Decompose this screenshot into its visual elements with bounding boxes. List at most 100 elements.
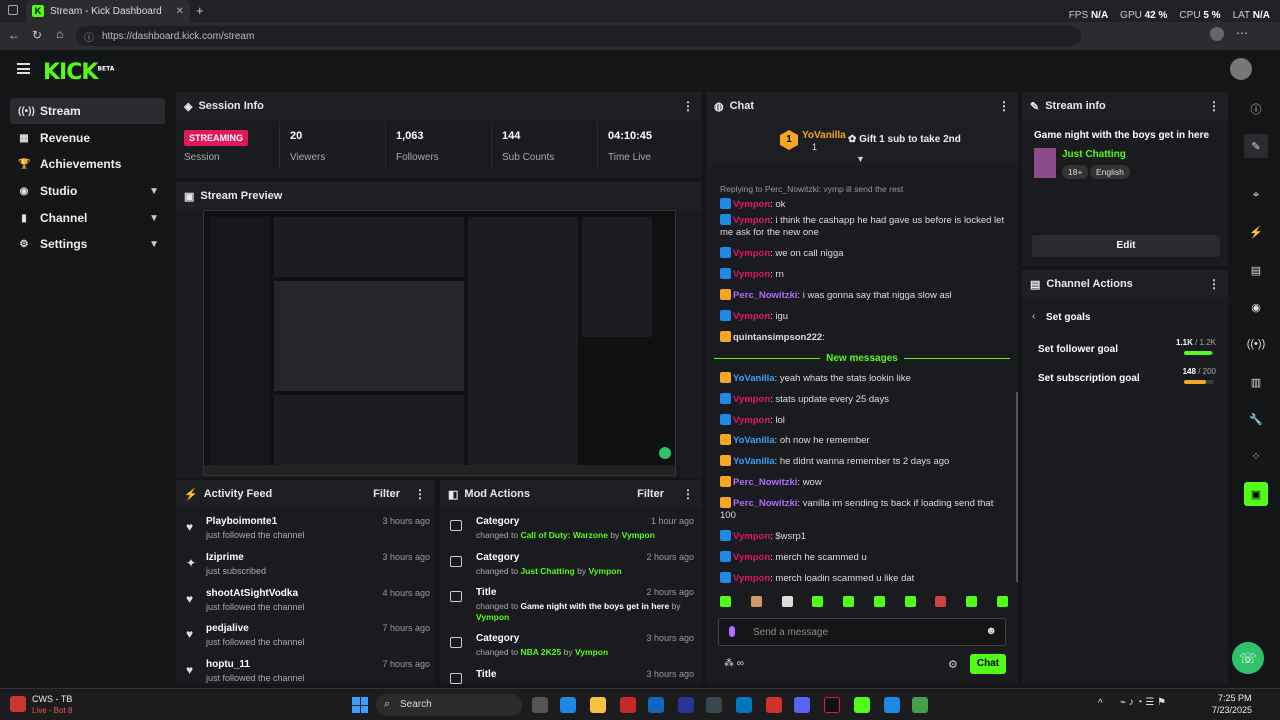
reload-icon[interactable]: ↻ xyxy=(32,28,42,42)
emote-icon[interactable] xyxy=(843,596,855,607)
chat-message[interactable]: Vympon: lol xyxy=(720,414,1010,427)
chat-message[interactable]: YoVanilla: he didnt wanna remember ts 2 … xyxy=(720,455,1010,468)
kick-app-icon[interactable] xyxy=(854,697,870,713)
emote-icon[interactable] xyxy=(750,596,762,607)
windows-start-icon[interactable] xyxy=(352,697,368,713)
stream-video[interactable] xyxy=(203,210,676,476)
list-item[interactable]: Category changed to Call of Duty: Warzone… xyxy=(448,516,694,552)
gift-sub-prompt[interactable]: ✿ Gift 1 sub to take 2nd xyxy=(848,134,961,145)
tag-chip[interactable]: English xyxy=(1090,165,1130,179)
category-link[interactable]: Just Chatting xyxy=(1062,149,1126,160)
task-view-icon[interactable] xyxy=(532,697,548,713)
bolt-icon[interactable]: ⚡ xyxy=(1244,220,1268,244)
chat-message[interactable]: Vympon: igu xyxy=(720,310,1010,323)
list-item[interactable]: ♥ Playboimonte1 just followed the channel 3… xyxy=(184,516,430,552)
folder-icon[interactable] xyxy=(590,697,606,713)
app-green-icon[interactable]: ▣ xyxy=(1244,482,1268,506)
send-chat-button[interactable]: Chat xyxy=(970,654,1006,674)
more-options-icon[interactable]: ⋮ xyxy=(682,487,694,501)
chat-message[interactable]: Vympon: stats update every 25 days xyxy=(720,393,1010,406)
emote-icon[interactable] xyxy=(996,596,1008,607)
nvidia-icon[interactable] xyxy=(912,697,928,713)
tag-chip[interactable]: 18+ xyxy=(1062,165,1089,179)
chat-message[interactable]: quintansimpson222: xyxy=(720,331,1010,344)
new-tab-icon[interactable]: + xyxy=(196,3,204,18)
list-item[interactable]: ✦ Iziprime just subscribed 3 hours ago xyxy=(184,552,430,588)
chat-username[interactable]: YoVanilla xyxy=(733,435,775,446)
emote-icon[interactable] xyxy=(720,596,731,607)
chat-username[interactable]: Vympon xyxy=(733,394,770,405)
app-icon[interactable] xyxy=(678,697,694,713)
chat-input[interactable]: Send a message ☻ xyxy=(718,618,1006,646)
browser-menu-icon[interactable]: ⋯ xyxy=(1236,26,1248,40)
emote-icon[interactable] xyxy=(904,596,916,607)
chat-username[interactable]: Vympon xyxy=(733,573,770,584)
edge-icon[interactable] xyxy=(560,697,576,713)
back-icon[interactable]: ← xyxy=(8,28,20,42)
sidebar-item-studio[interactable]: ◉ Studio ▼ xyxy=(10,178,165,204)
emote-icon[interactable] xyxy=(812,596,824,607)
list-item[interactable]: ♥ shootAtSightVodka just followed the chan… xyxy=(184,588,430,624)
list-item[interactable]: Title changed to Game night with the boys… xyxy=(448,587,694,623)
list-item[interactable]: Category changed to Just Chatting by Vymp… xyxy=(448,552,694,588)
sidebar-item-stream[interactable]: ((•)) Stream xyxy=(10,98,165,124)
discord-icon[interactable] xyxy=(794,697,810,713)
top-gifter-name[interactable]: YoVanilla xyxy=(802,130,846,141)
chat-username[interactable]: Vympon xyxy=(733,215,770,226)
site-info-icon[interactable]: ⓘ xyxy=(84,29,94,44)
chevron-left-icon[interactable]: ‹ xyxy=(1032,311,1035,322)
chat-username[interactable]: Perc_Nowitzki xyxy=(733,290,797,301)
youtube-icon[interactable] xyxy=(766,697,782,713)
wrench-icon[interactable]: 🔧 xyxy=(1244,407,1268,431)
chat-username[interactable]: Vympon xyxy=(733,248,770,259)
chat-username[interactable]: Perc_Nowitzki xyxy=(733,498,797,509)
pencil-icon[interactable]: ✎ xyxy=(1244,134,1268,158)
chat-message[interactable]: Perc_Nowitzki: vanilla im sending ts bac… xyxy=(720,497,1010,522)
more-options-icon[interactable]: ⋮ xyxy=(1208,99,1220,113)
chat-message[interactable]: Vympon: merch he scammed u xyxy=(720,551,1010,564)
tab-actions-icon[interactable] xyxy=(8,5,18,15)
more-options-icon[interactable]: ⋮ xyxy=(682,99,694,113)
list-item[interactable]: Category changed to NBA 2K25 by Vympon 3 h… xyxy=(448,633,694,669)
list-item[interactable]: ♥ pedjalive just followed the channel 7 hou… xyxy=(184,623,430,659)
chat-username[interactable]: Perc_Nowitzki xyxy=(733,477,797,488)
list-item[interactable]: ♥ hoptu_11 just followed the channel 7 hour… xyxy=(184,659,430,684)
app-icon[interactable] xyxy=(884,697,900,713)
chat-message[interactable]: Vympon: $wsrp1 xyxy=(720,530,1010,543)
edit-button[interactable]: Edit xyxy=(1032,235,1220,257)
taskbar-search[interactable]: ⌕ Search xyxy=(376,694,522,716)
document-icon[interactable]: ▤ xyxy=(1244,258,1268,282)
more-options-icon[interactable]: ⋮ xyxy=(414,487,426,501)
chat-message[interactable]: Vympon: ok xyxy=(720,198,1010,211)
chat-username[interactable]: Vympon xyxy=(733,199,770,210)
info-icon[interactable]: ⓘ xyxy=(1244,97,1268,121)
chat-username[interactable]: Vympon xyxy=(733,311,770,322)
outlook-icon[interactable] xyxy=(736,697,752,713)
gear-icon[interactable]: ⚙ xyxy=(948,658,958,671)
emote-icon[interactable] xyxy=(781,596,793,607)
layout-icon[interactable]: ▥ xyxy=(1244,370,1268,394)
follower-goal-row[interactable]: Set follower goal 1.1K / 1.2K xyxy=(1030,338,1216,362)
browser-tab[interactable]: K Stream - Kick Dashboard ✕ xyxy=(26,0,190,22)
dots-cluster-icon[interactable]: ⁘ xyxy=(1244,444,1268,468)
chat-username[interactable]: Vympon xyxy=(733,552,770,563)
subscription-goal-row[interactable]: Set subscription goal 148 / 200 xyxy=(1030,367,1216,391)
filter-button[interactable]: Filter xyxy=(637,488,664,500)
chat-username[interactable]: Vympon xyxy=(733,531,770,542)
help-chat-button[interactable]: ☏ xyxy=(1232,642,1264,674)
chat-message[interactable]: Vympon: i think the cashapp he had gave … xyxy=(720,214,1010,239)
chat-message[interactable]: YoVanilla: yeah whats the stats lookin l… xyxy=(720,372,1010,385)
chat-username[interactable]: YoVanilla xyxy=(733,456,775,467)
microphone-icon[interactable] xyxy=(729,626,735,637)
emoji-icon[interactable]: ☻ xyxy=(985,625,997,637)
chat-bubble-icon[interactable]: ◉ xyxy=(1244,295,1268,319)
chat-scrollbar[interactable] xyxy=(1016,392,1018,582)
more-options-icon[interactable]: ⋮ xyxy=(1208,277,1220,291)
url-field[interactable]: ⓘ https://dashboard.kick.com/stream xyxy=(76,26,1081,46)
sidebar-item-settings[interactable]: ⚙ Settings ▼ xyxy=(10,231,165,257)
chat-message[interactable]: YoVanilla: oh now he remember xyxy=(720,434,1010,447)
kick-logo[interactable]: KICKBETA xyxy=(43,60,114,85)
filter-button[interactable]: Filter xyxy=(373,488,400,500)
expand-leaderboard-icon[interactable]: ▼ xyxy=(856,154,865,164)
set-goals-back[interactable]: Set goals xyxy=(1046,312,1090,323)
